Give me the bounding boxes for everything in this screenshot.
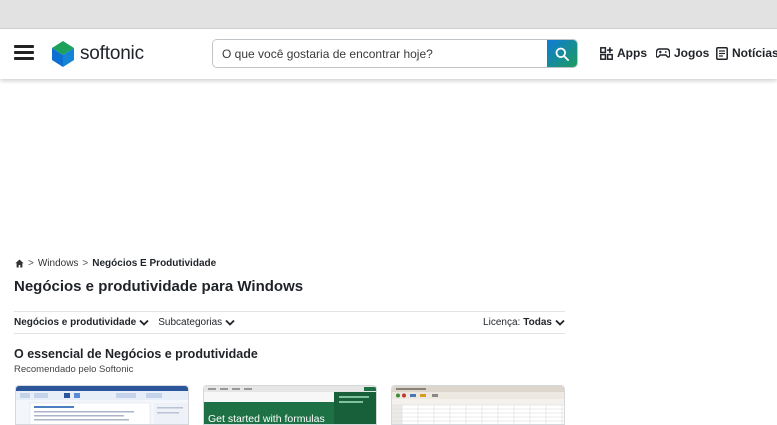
app-screenshot-1 — [16, 386, 188, 424]
category-dropdown[interactable]: Negócios e produtividade — [14, 317, 149, 328]
menu-line-icon — [14, 45, 34, 48]
home-icon[interactable] — [15, 259, 24, 268]
search-bar — [212, 39, 578, 68]
chevron-down-icon — [225, 319, 235, 326]
nav-games-label: Jogos — [674, 46, 710, 60]
app-card-2[interactable]: Get started with formulas — [203, 385, 377, 425]
chevron-down-icon — [555, 319, 565, 326]
site-header: softonic Apps Jogos — [0, 29, 777, 79]
category-dropdown-label: Negócios e produtividade — [14, 317, 137, 328]
app-card-3[interactable] — [391, 385, 565, 425]
news-icon — [716, 46, 728, 60]
hamburger-menu-button[interactable] — [14, 45, 34, 63]
softonic-logo-icon — [52, 41, 74, 67]
menu-line-icon — [14, 51, 34, 54]
filter-bar: Negócios e produtividade Subcategorias L… — [14, 311, 565, 334]
nav-apps[interactable]: Apps — [600, 46, 647, 60]
license-dropdown[interactable]: Licença: Todas — [483, 317, 565, 328]
search-icon — [555, 47, 569, 61]
breadcrumb-windows-link[interactable]: Windows — [38, 258, 79, 269]
apps-grid-icon — [600, 46, 613, 60]
card-2-caption: Get started with formulas — [208, 413, 325, 425]
spreadsheet-grid — [392, 404, 564, 424]
nav-news-label: Notícias — [732, 46, 777, 60]
breadcrumb-separator: > — [28, 258, 34, 269]
nav-games[interactable]: Jogos — [656, 46, 709, 60]
search-input[interactable] — [213, 40, 547, 67]
breadcrumb: > Windows > Negócios E Produtividade — [15, 258, 216, 269]
license-label: Licença: — [483, 317, 521, 328]
breadcrumb-separator: > — [82, 258, 89, 269]
logo-wordmark: softonic — [80, 43, 144, 64]
search-button[interactable] — [547, 40, 577, 67]
nav-apps-label: Apps — [617, 46, 647, 60]
breadcrumb-current: Negócios E Produtividade — [92, 258, 217, 269]
chevron-down-icon — [139, 319, 149, 326]
gamepad-icon — [656, 48, 670, 58]
nav-news[interactable]: Notícias — [716, 46, 777, 60]
page-title: Negócios e produtividade para Windows — [14, 278, 304, 295]
section-title: O essencial de Negócios e produtividade — [14, 347, 258, 361]
softonic-logo[interactable]: softonic — [52, 41, 144, 67]
menu-line-icon — [14, 57, 34, 60]
section-subtitle: Recomendado pelo Softonic — [14, 364, 134, 375]
browser-top-strip — [0, 0, 777, 29]
license-value: Todas — [523, 317, 552, 328]
app-card-1[interactable] — [15, 385, 189, 425]
subcategories-dropdown[interactable]: Subcategorias — [158, 317, 235, 328]
subcategories-dropdown-label: Subcategorias — [158, 317, 223, 328]
